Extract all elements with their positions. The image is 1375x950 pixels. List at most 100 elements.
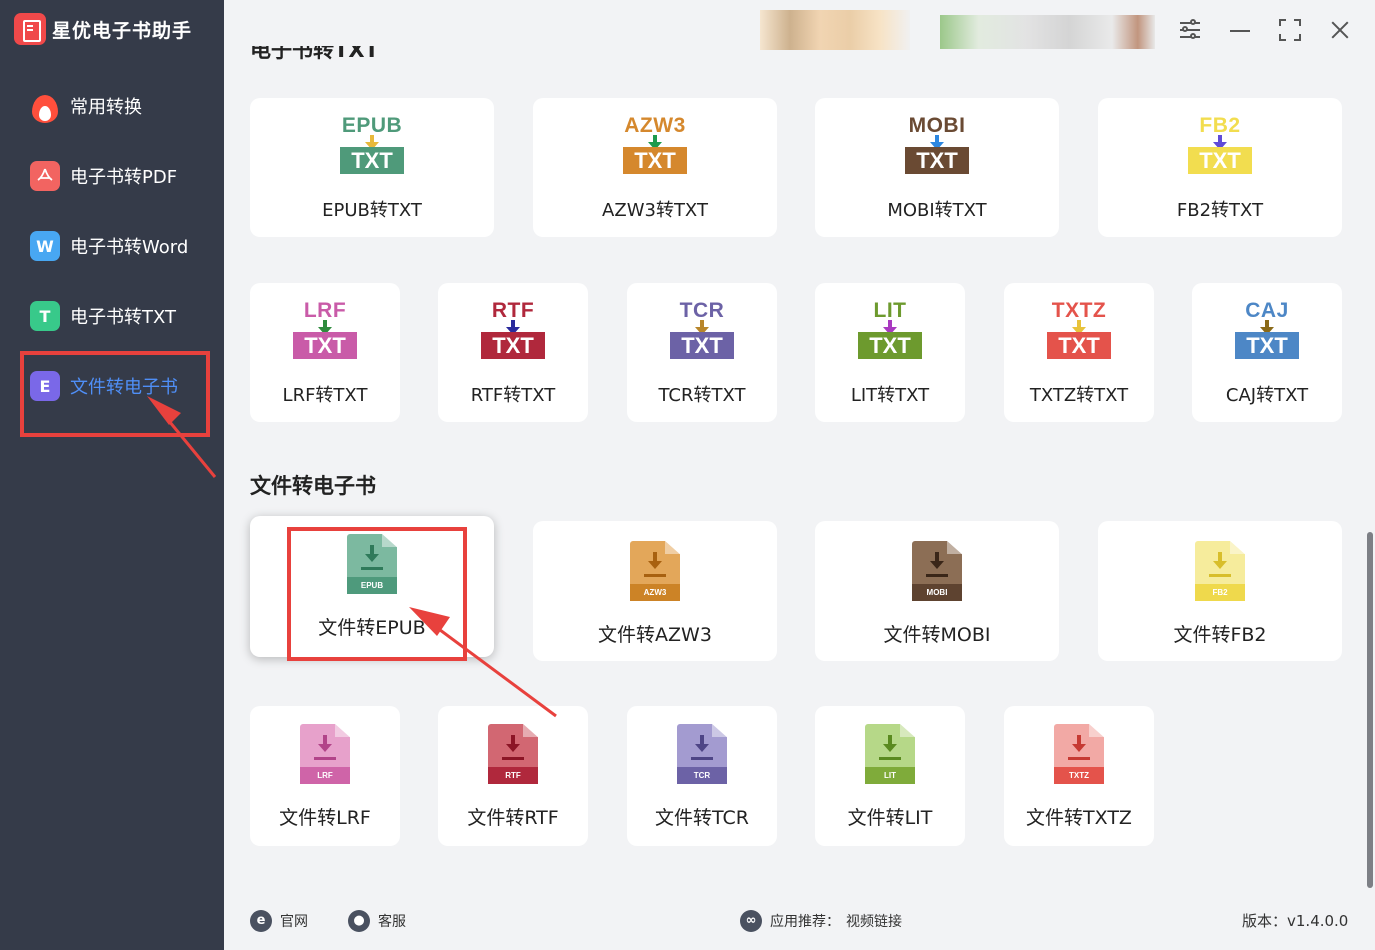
section-title-ebook-to-txt: 电子书转TXT	[250, 46, 379, 62]
card-label: TCR转TXT	[658, 385, 746, 406]
card-label: EPUB转TXT	[322, 200, 422, 221]
close-icon[interactable]	[1328, 18, 1352, 42]
sidebar-item-label: 电子书转PDF	[70, 167, 178, 188]
format-band: TCR	[677, 767, 727, 784]
sidebar-item-label: 电子书转TXT	[70, 307, 177, 328]
annotation-highlight-box	[20, 351, 210, 437]
convert-card-epub-to-txt[interactable]: EPUB TXT EPUB转TXT	[250, 98, 494, 237]
sidebar-item-label: 常用转换	[70, 97, 142, 118]
card-label: 文件转TCR	[655, 807, 749, 829]
fb2-file-icon: FB2	[1195, 541, 1245, 601]
card-label: LRF转TXT	[282, 385, 368, 406]
maximize-icon[interactable]	[1278, 18, 1302, 42]
txt-badge: TXT	[623, 147, 687, 174]
settings-icon[interactable]	[1178, 18, 1202, 42]
azw3-to-txt-icon: AZW3 TXT	[620, 114, 690, 174]
epub-file-icon: EPUB	[347, 534, 397, 594]
pdf-icon	[30, 161, 60, 191]
txt-badge: TXT	[1235, 332, 1299, 359]
service-label: 客服	[378, 914, 406, 930]
website-link[interactable]: e 官网	[250, 910, 308, 932]
convert-card-mobi-to-txt[interactable]: MOBI TXT MOBI转TXT	[815, 98, 1059, 237]
txt-badge: TXT	[1188, 147, 1252, 174]
card-label: MOBI转TXT	[887, 200, 987, 221]
convert-card-file-to-azw3[interactable]: AZW3 文件转AZW3	[533, 521, 777, 661]
link-icon: ∞	[740, 910, 762, 932]
txt-badge: TXT	[293, 332, 357, 359]
mobi-to-txt-icon: MOBI TXT	[902, 114, 972, 174]
format-band: LIT	[865, 767, 915, 784]
txt-badge: TXT	[858, 332, 922, 359]
convert-card-file-to-lrf[interactable]: LRF 文件转LRF	[250, 706, 400, 846]
txt-badge: TXT	[481, 332, 545, 359]
convert-card-fb2-to-txt[interactable]: FB2 TXT FB2转TXT	[1098, 98, 1342, 237]
convert-card-azw3-to-txt[interactable]: AZW3 TXT AZW3转TXT	[533, 98, 777, 237]
card-label: 文件转TXTZ	[1026, 807, 1132, 829]
chat-icon: ●	[348, 910, 370, 932]
lrf-file-icon: LRF	[300, 724, 350, 784]
video-link[interactable]: 视频链接	[846, 911, 902, 931]
card-label: 文件转LRF	[279, 807, 371, 829]
website-label: 官网	[280, 914, 308, 930]
convert-card-lit-to-txt[interactable]: LIT TXT LIT转TXT	[815, 283, 965, 422]
convert-card-file-to-txtz[interactable]: TXTZ 文件转TXTZ	[1004, 706, 1154, 846]
blurred-user-info	[760, 10, 910, 50]
convert-card-rtf-to-txt[interactable]: RTF TXT RTF转TXT	[438, 283, 588, 422]
format-band: RTF	[488, 767, 538, 784]
mobi-file-icon: MOBI	[912, 541, 962, 601]
convert-card-file-to-fb2[interactable]: FB2 文件转FB2	[1098, 521, 1342, 661]
sidebar-item-ebook-to-pdf[interactable]: 电子书转PDF	[30, 158, 210, 194]
caj-to-txt-icon: CAJ TXT	[1232, 299, 1302, 359]
fb2-to-txt-icon: FB2 TXT	[1185, 114, 1255, 174]
txt-badge: TXT	[670, 332, 734, 359]
convert-card-file-to-mobi[interactable]: MOBI 文件转MOBI	[815, 521, 1059, 661]
minimize-icon[interactable]	[1228, 18, 1252, 42]
card-label: LIT转TXT	[850, 385, 930, 406]
section-title-clip: 电子书转TXT	[250, 46, 550, 68]
footer: e 官网 ● 客服 ∞ 应用推荐： 视频链接 版本：v1.4.0.0	[224, 890, 1375, 950]
tcr-to-txt-icon: TCR TXT	[667, 299, 737, 359]
sidebar-item-ebook-to-txt[interactable]: T 电子书转TXT	[30, 298, 210, 334]
card-label: AZW3转TXT	[602, 200, 708, 221]
app-name: 星优电子书助手	[52, 19, 193, 42]
txt-badge: TXT	[905, 147, 969, 174]
convert-card-file-to-tcr[interactable]: TCR 文件转TCR	[627, 706, 777, 846]
section-title-file-to-ebook: 文件转电子书	[250, 474, 376, 498]
epub-to-txt-icon: EPUB TXT	[337, 114, 407, 174]
convert-card-lrf-to-txt[interactable]: LRF TXT LRF转TXT	[250, 283, 400, 422]
version-label: 版本：v1.4.0.0	[1242, 912, 1349, 930]
convert-card-txtz-to-txt[interactable]: TXTZ TXT TXTZ转TXT	[1004, 283, 1154, 422]
recommend-label: 应用推荐：	[770, 914, 840, 930]
rtf-to-txt-icon: RTF TXT	[478, 299, 548, 359]
app-title: 星优电子书助手	[14, 13, 192, 45]
card-label: 文件转MOBI	[883, 624, 991, 646]
convert-card-file-to-epub[interactable]: EPUB 文件转EPUB	[250, 516, 494, 657]
convert-card-tcr-to-txt[interactable]: TCR TXT TCR转TXT	[627, 283, 777, 422]
format-band: AZW3	[630, 584, 680, 601]
card-label: TXTZ转TXT	[1029, 385, 1129, 406]
service-link[interactable]: ● 客服	[348, 910, 406, 932]
txt-icon: T	[30, 301, 60, 331]
card-label: FB2转TXT	[1176, 200, 1264, 221]
card-label: 文件转AZW3	[598, 624, 712, 646]
scrollbar-thumb[interactable]	[1367, 532, 1373, 888]
azw3-file-icon: AZW3	[630, 541, 680, 601]
sidebar-item-ebook-to-word[interactable]: W 电子书转Word	[30, 228, 210, 264]
sidebar-item-common-convert[interactable]: 常用转换	[30, 88, 210, 124]
app-logo-icon	[14, 13, 46, 45]
convert-card-file-to-lit[interactable]: LIT 文件转LIT	[815, 706, 965, 846]
ie-icon: e	[250, 910, 272, 932]
card-label: CAJ转TXT	[1225, 385, 1309, 406]
card-label: 文件转RTF	[467, 807, 559, 829]
convert-card-file-to-rtf[interactable]: RTF 文件转RTF	[438, 706, 588, 846]
txt-badge: TXT	[340, 147, 404, 174]
format-band: FB2	[1195, 584, 1245, 601]
card-label: 文件转FB2	[1173, 624, 1267, 646]
card-label: RTF转TXT	[470, 385, 556, 406]
blurred-account-info	[940, 15, 1155, 49]
card-label: 文件转EPUB	[318, 617, 426, 639]
sidebar: 星优电子书助手 常用转换 电子书转PDF W 电子书转Word T 电子书转TX…	[0, 0, 224, 950]
convert-card-caj-to-txt[interactable]: CAJ TXT CAJ转TXT	[1192, 283, 1342, 422]
lit-to-txt-icon: LIT TXT	[855, 299, 925, 359]
lrf-to-txt-icon: LRF TXT	[290, 299, 360, 359]
